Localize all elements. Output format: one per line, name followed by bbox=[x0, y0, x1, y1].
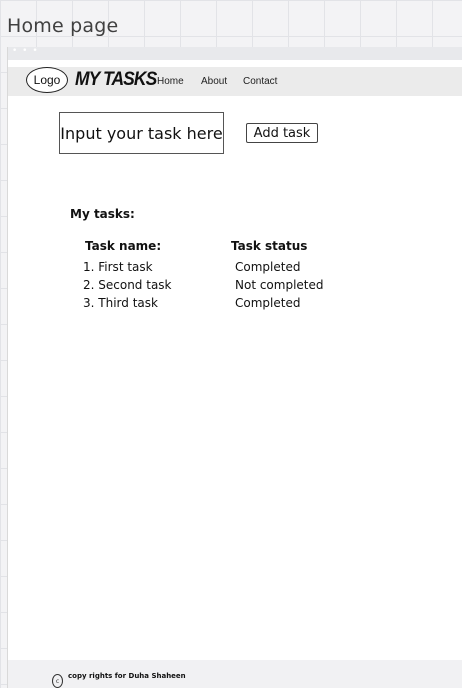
frame-title: Home page bbox=[7, 15, 119, 37]
nav-link-home[interactable]: Home bbox=[157, 76, 184, 87]
task-status: Completed bbox=[235, 260, 301, 274]
task-name: 1. First task bbox=[83, 260, 153, 274]
nav-link-about[interactable]: About bbox=[201, 76, 227, 87]
logo[interactable]: Logo bbox=[26, 67, 68, 93]
nav-link-contact[interactable]: Contact bbox=[243, 76, 277, 87]
navbar: Logo MY TASKS Home About Contact bbox=[8, 67, 462, 96]
tasks-heading: My tasks: bbox=[70, 207, 135, 221]
task-input[interactable]: Input your task here bbox=[59, 112, 224, 154]
task-name: 2. Second task bbox=[83, 278, 172, 292]
copyright-text: copy rights for Duha Shaheen bbox=[68, 672, 186, 680]
copyright-icon: c bbox=[52, 674, 63, 688]
frame-header-bar: • • • bbox=[8, 46, 462, 60]
task-status: Not completed bbox=[235, 278, 324, 292]
task-status: Completed bbox=[235, 296, 301, 310]
add-task-button[interactable]: Add task bbox=[246, 123, 318, 143]
column-header-task-name: Task name: bbox=[85, 239, 162, 253]
footer: c copy rights for Duha Shaheen bbox=[8, 660, 462, 688]
wireframe-frame: • • • Logo MY TASKS Home About Contact I… bbox=[7, 46, 462, 688]
brand-title: MY TASKS bbox=[75, 69, 157, 90]
column-header-task-status: Task status bbox=[231, 239, 308, 253]
task-name: 3. Third task bbox=[83, 296, 158, 310]
frame-dots-icon: • • • bbox=[12, 46, 39, 56]
